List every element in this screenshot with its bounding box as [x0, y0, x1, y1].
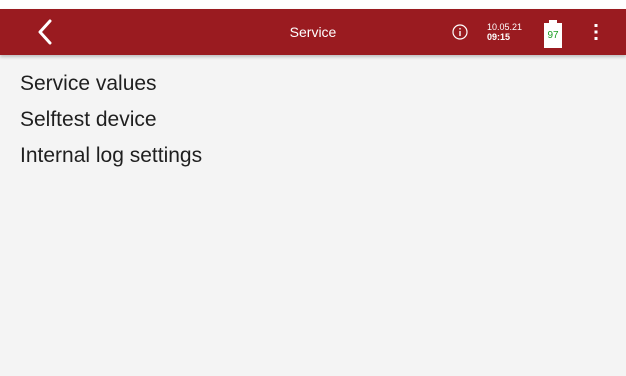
page-title: Service: [289, 24, 337, 40]
service-menu-list: Service values Selftest device Internal …: [20, 66, 202, 174]
more-vertical-icon: [594, 24, 598, 40]
menu-item-selftest-device[interactable]: Selftest device: [20, 102, 202, 138]
info-icon: [452, 24, 468, 40]
app-header: Service 10.05.21 09:15 97: [0, 9, 626, 55]
back-button[interactable]: [30, 16, 60, 48]
overflow-menu-button[interactable]: [588, 21, 604, 43]
status-strip: [0, 0, 626, 9]
battery-level-text: 97: [544, 23, 562, 48]
date-text: 10.05.21: [487, 22, 523, 32]
battery-indicator: 97: [543, 20, 563, 48]
menu-item-service-values[interactable]: Service values: [20, 66, 202, 102]
chevron-left-icon: [38, 19, 52, 45]
info-button[interactable]: [452, 24, 468, 40]
menu-item-internal-log-settings[interactable]: Internal log settings: [20, 138, 202, 174]
time-text: 09:15: [487, 32, 511, 42]
date-time-display: 10.05.21 09:15: [487, 22, 522, 42]
